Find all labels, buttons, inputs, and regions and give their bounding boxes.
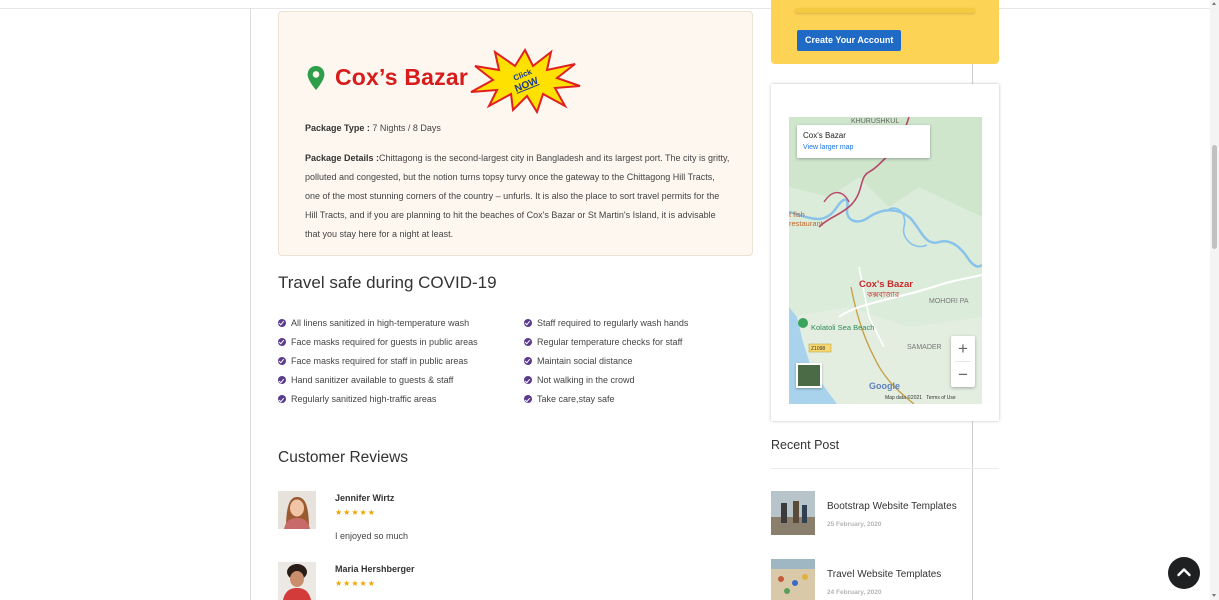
check-circle-icon bbox=[278, 318, 286, 327]
terms-link[interactable]: Terms of Use bbox=[926, 395, 955, 401]
zoom-control: + − bbox=[951, 336, 975, 387]
avatar bbox=[278, 562, 316, 600]
content-border bbox=[250, 8, 251, 600]
covid-title: Travel safe during COVID-19 bbox=[278, 273, 497, 292]
package-details-label: Package Details : bbox=[305, 153, 380, 163]
check-circle-icon bbox=[524, 356, 532, 365]
recent-post-title: Recent Post bbox=[771, 438, 840, 452]
account-input[interactable] bbox=[795, 8, 975, 13]
package-name: Cox’s Bazar bbox=[335, 64, 469, 90]
map-info-window: Cox's Bazar View larger map bbox=[797, 125, 930, 158]
zoom-out-button[interactable]: − bbox=[951, 362, 975, 387]
page: Cox’s Bazar Click NOW Package Type : 7 N… bbox=[0, 0, 1219, 600]
map-city-label-bn: কক্সবাজার bbox=[866, 290, 900, 299]
covid-item-text: Staff required to regularly wash hands bbox=[537, 317, 689, 328]
covid-list-right: Staff required to regularly wash hands R… bbox=[524, 313, 688, 409]
covid-item-text: Face masks required for staff in public … bbox=[291, 355, 468, 366]
map-label: MOHORI PA bbox=[929, 298, 969, 305]
covid-item: Staff required to regularly wash hands bbox=[524, 313, 688, 332]
zoom-in-button[interactable]: + bbox=[951, 336, 975, 361]
check-circle-icon bbox=[278, 337, 286, 346]
page-scrollbar[interactable] bbox=[1210, 0, 1219, 600]
covid-item-text: Take care,stay safe bbox=[537, 394, 615, 405]
check-circle-icon bbox=[278, 376, 286, 385]
post-title[interactable]: Travel Website Templates bbox=[827, 569, 941, 580]
covid-item: Not walking in the crowd bbox=[524, 371, 688, 390]
scroll-down-icon[interactable] bbox=[1212, 594, 1216, 597]
covid-item: Regular temperature checks for staff bbox=[524, 332, 688, 351]
covid-item: Maintain social distance bbox=[524, 351, 688, 370]
map-label: SAMADER bbox=[907, 344, 942, 351]
package-title-row: Cox’s Bazar bbox=[307, 64, 468, 91]
map-label: t fish bbox=[789, 210, 805, 219]
scroll-up-icon[interactable] bbox=[1212, 2, 1216, 5]
reviews-title: Customer Reviews bbox=[278, 449, 409, 466]
location-pin-icon bbox=[307, 65, 325, 90]
recent-divider bbox=[771, 468, 999, 469]
satellite-toggle[interactable] bbox=[796, 363, 822, 388]
package-type: Package Type : 7 Nights / 8 Days bbox=[305, 123, 441, 133]
package-card: Cox’s Bazar Click NOW Package Type : 7 N… bbox=[278, 11, 753, 256]
reviewer-name: Maria Hershberger bbox=[335, 564, 415, 574]
covid-item: Hand sanitizer available to guests & sta… bbox=[278, 371, 478, 390]
back-to-top-button[interactable] bbox=[1168, 557, 1200, 589]
map-label: restaurant bbox=[789, 219, 824, 228]
map-label: Kolatoli Sea Beach bbox=[811, 323, 874, 332]
rating-stars: ★★★★★ bbox=[335, 579, 376, 588]
check-circle-icon bbox=[524, 337, 532, 346]
map-city-label: Cox's Bazar bbox=[859, 279, 913, 290]
covid-item-text: Face masks required for guests in public… bbox=[291, 336, 478, 347]
covid-item: Face masks required for staff in public … bbox=[278, 351, 478, 370]
map-info-title: Cox's Bazar bbox=[803, 131, 846, 140]
scrollbar-thumb[interactable] bbox=[1212, 145, 1217, 249]
covid-item-text: Maintain social distance bbox=[537, 355, 633, 366]
covid-item-text: All linens sanitized in high-temperature… bbox=[291, 317, 470, 328]
package-details-text: Chittagong is the second-largest city in… bbox=[305, 153, 730, 239]
package-type-value: 7 Nights / 8 Days bbox=[372, 123, 441, 133]
view-larger-map-link[interactable]: View larger map bbox=[803, 144, 853, 151]
check-circle-icon bbox=[278, 356, 286, 365]
package-type-label: Package Type : bbox=[305, 123, 370, 133]
google-logo: Google bbox=[869, 381, 900, 391]
covid-item-text: Hand sanitizer available to guests & sta… bbox=[291, 375, 454, 386]
post-title[interactable]: Bootstrap Website Templates bbox=[827, 501, 957, 512]
avatar bbox=[278, 491, 316, 529]
post-thumbnail[interactable] bbox=[771, 559, 815, 600]
reviewer-name: Jennifer Wirtz bbox=[335, 493, 395, 503]
covid-item-text: Regularly sanitized high-traffic areas bbox=[291, 394, 437, 405]
check-circle-icon bbox=[524, 318, 532, 327]
map-label: KHURUSHKUL bbox=[851, 118, 899, 125]
check-circle-icon bbox=[524, 376, 532, 385]
create-account-button[interactable]: Create Your Account bbox=[797, 30, 902, 51]
chevron-up-icon bbox=[1177, 568, 1191, 577]
covid-item-text: Regular temperature checks for staff bbox=[537, 336, 683, 347]
map-road-label: Z1098 bbox=[811, 346, 825, 352]
map-card: KHURUSHKUL t fish restaurant Cox's Bazar… bbox=[771, 84, 999, 421]
post-date: 25 February, 2020 bbox=[827, 521, 882, 528]
top-divider bbox=[0, 8, 1210, 9]
package-details: Package Details :Chittagong is the secon… bbox=[305, 149, 730, 244]
covid-item-text: Not walking in the crowd bbox=[537, 375, 635, 386]
covid-item: Face masks required for guests in public… bbox=[278, 332, 478, 351]
google-map[interactable]: KHURUSHKUL t fish restaurant Cox's Bazar… bbox=[789, 117, 982, 404]
post-date: 24 February, 2020 bbox=[827, 589, 882, 596]
covid-item: All linens sanitized in high-temperature… bbox=[278, 313, 478, 332]
map-data-text: Map data ©2021 bbox=[885, 395, 923, 401]
account-box: Create Your Account bbox=[771, 0, 999, 64]
click-now-badge[interactable]: Click NOW bbox=[469, 48, 581, 114]
covid-item: Regularly sanitized high-traffic areas bbox=[278, 390, 478, 409]
rating-stars: ★★★★★ bbox=[335, 508, 376, 517]
check-circle-icon bbox=[278, 395, 286, 404]
review-text: I enjoyed so much bbox=[335, 531, 409, 541]
covid-list-left: All linens sanitized in high-temperature… bbox=[278, 313, 478, 409]
covid-item: Take care,stay safe bbox=[524, 390, 688, 409]
map-attribution: Map data ©2021 Terms of Use bbox=[885, 395, 956, 401]
check-circle-icon bbox=[524, 395, 532, 404]
post-thumbnail[interactable] bbox=[771, 491, 815, 535]
